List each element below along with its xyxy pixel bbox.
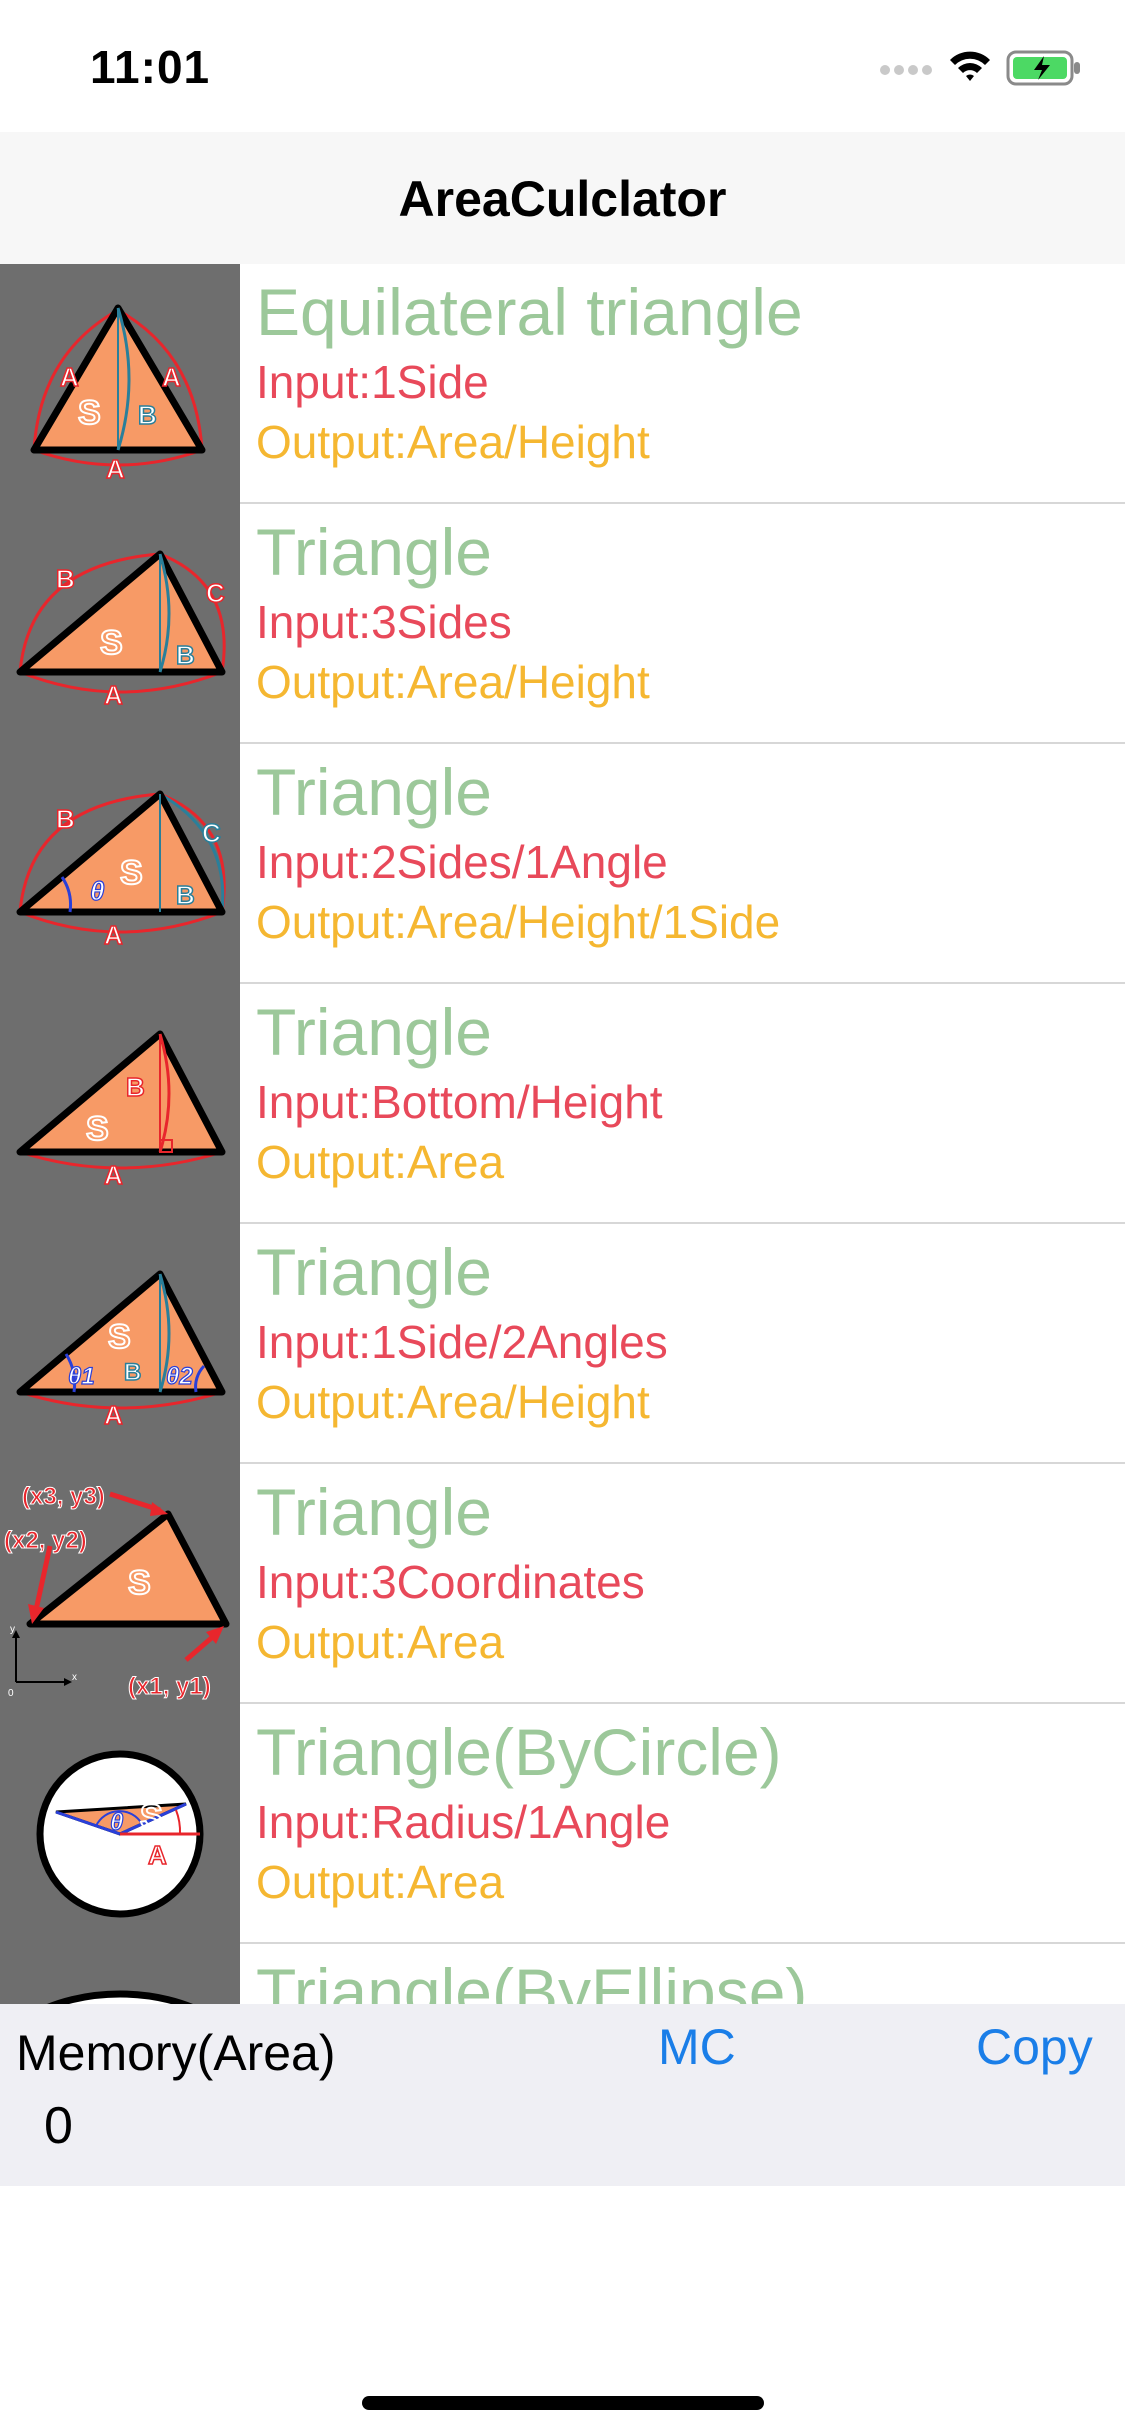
svg-text:θ: θ (90, 876, 105, 906)
row-input: Input:2Sides/1Angle (256, 836, 668, 888)
row-title: Triangle (256, 995, 492, 1069)
svg-text:B: B (138, 400, 157, 430)
memory-panel: Memory(Area) 0 MC Copy (0, 2004, 1125, 2186)
svg-text:C: C (202, 818, 221, 848)
row-input: Input:Radius/1Angle (256, 1796, 671, 1848)
triangle-ellipse-icon (0, 1944, 240, 2004)
list-item-triangle-3sides[interactable]: B C A S B Triangle Input:3Sides Output:A… (0, 504, 1125, 744)
status-bar: 11:01 (0, 0, 1125, 132)
status-time: 11:01 (90, 41, 211, 93)
row-title: Triangle(ByEllipse) (256, 1955, 808, 2004)
svg-text:0: 0 (8, 1688, 14, 1699)
memory-label: Memory(Area) (16, 2025, 336, 2081)
battery-icon (1006, 50, 1082, 91)
svg-text:y: y (10, 1624, 15, 1635)
home-indicator[interactable] (362, 2396, 764, 2410)
svg-text:A: A (148, 1840, 167, 1870)
memory-value: 0 (44, 2097, 73, 2155)
svg-text:S: S (108, 1318, 131, 1356)
row-input: Input:3Sides (256, 596, 512, 648)
svg-text:B: B (176, 640, 195, 670)
svg-text:A: A (106, 454, 125, 484)
triangle-2sides-angle-icon: B C A θ S B (0, 744, 240, 984)
row-output: Output:Area/Height (256, 416, 650, 468)
shape-list[interactable]: A A A S B Equilateral triangle Input:1Si… (0, 264, 1125, 2004)
list-item-triangle-by-circle[interactable]: θ S A Triangle(ByCircle) Input:Radius/1A… (0, 1704, 1125, 1944)
svg-text:S: S (78, 394, 101, 432)
row-output: Output:Area (256, 1856, 505, 1908)
svg-text:S: S (100, 624, 123, 662)
row-output: Output:Area/Height (256, 1376, 650, 1428)
row-title: Equilateral triangle (256, 275, 803, 349)
svg-text:A: A (104, 920, 123, 950)
svg-text:S: S (128, 1564, 151, 1602)
list-item-triangle-2sides-angle[interactable]: B C A θ S B Triangle Input:2Sides/1Angle… (0, 744, 1125, 984)
copy-button[interactable]: Copy (976, 2018, 1093, 2076)
triangle-bottom-height-icon: B A S (0, 984, 240, 1224)
svg-text:S: S (120, 854, 143, 892)
triangle-side-2angles-icon: θ1 θ2 S B A (0, 1224, 240, 1464)
row-input: Input:3Coordinates (256, 1556, 645, 1608)
row-output: Output:Area/Height/1Side (256, 896, 781, 948)
list-item-equilateral-triangle[interactable]: A A A S B Equilateral triangle Input:1Si… (0, 264, 1125, 504)
row-output: Output:Area/Height (256, 656, 650, 708)
row-title: Triangle (256, 755, 492, 829)
svg-text:S: S (86, 1110, 109, 1148)
list-item-triangle-side-2angles[interactable]: θ1 θ2 S B A Triangle Input:1Side/2Angles… (0, 1224, 1125, 1464)
row-title: Triangle (256, 515, 492, 589)
svg-text:B: B (56, 804, 75, 834)
svg-text:θ1: θ1 (68, 1363, 95, 1390)
row-title: Triangle(ByCircle) (256, 1715, 782, 1789)
svg-text:(x2, y2): (x2, y2) (4, 1527, 87, 1554)
svg-text:A: A (104, 1400, 123, 1430)
svg-text:C: C (206, 578, 225, 608)
svg-text:S: S (140, 1798, 163, 1836)
triangle-3sides-icon: B C A S B (0, 504, 240, 744)
triangle-circle-icon: θ S A (0, 1704, 240, 1944)
list-item-triangle-by-ellipse[interactable]: Triangle(ByEllipse) (0, 1944, 1125, 2004)
equilateral-triangle-icon: A A A S B (0, 264, 240, 504)
row-input: Input:1Side (256, 356, 489, 408)
svg-text:θ: θ (110, 1809, 123, 1836)
row-input: Input:1Side/2Angles (256, 1316, 668, 1368)
triangle-coordinates-icon: S (x3, y3) (x2, y2) (x1, y1) x y 0 (0, 1464, 240, 1704)
svg-text:B: B (56, 564, 75, 594)
svg-text:A: A (104, 680, 123, 710)
row-output: Output:Area (256, 1616, 505, 1668)
svg-text:B: B (126, 1072, 145, 1102)
svg-text:A: A (162, 362, 181, 392)
svg-text:B: B (176, 880, 195, 910)
row-input: Input:Bottom/Height (256, 1076, 663, 1128)
svg-text:θ2: θ2 (166, 1363, 193, 1390)
row-title: Triangle (256, 1235, 492, 1309)
svg-text:(x3, y3): (x3, y3) (22, 1483, 105, 1510)
svg-text:A: A (104, 1160, 123, 1190)
wifi-icon (948, 48, 992, 87)
svg-text:(x1, y1): (x1, y1) (128, 1673, 211, 1700)
page-title: AreaCulclator (398, 171, 727, 227)
svg-text:B: B (124, 1359, 141, 1386)
row-title: Triangle (256, 1475, 492, 1549)
memory-clear-button[interactable]: MC (658, 2018, 736, 2076)
row-output: Output:Area (256, 1136, 505, 1188)
svg-text:A: A (60, 362, 79, 392)
svg-text:x: x (72, 1672, 77, 1683)
navigation-bar: AreaCulclator (0, 132, 1125, 264)
cellular-signal-icon (880, 62, 936, 80)
list-item-triangle-coordinates[interactable]: S (x3, y3) (x2, y2) (x1, y1) x y 0 Trian… (0, 1464, 1125, 1704)
list-item-triangle-bottom-height[interactable]: B A S Triangle Input:Bottom/Height Outpu… (0, 984, 1125, 1224)
